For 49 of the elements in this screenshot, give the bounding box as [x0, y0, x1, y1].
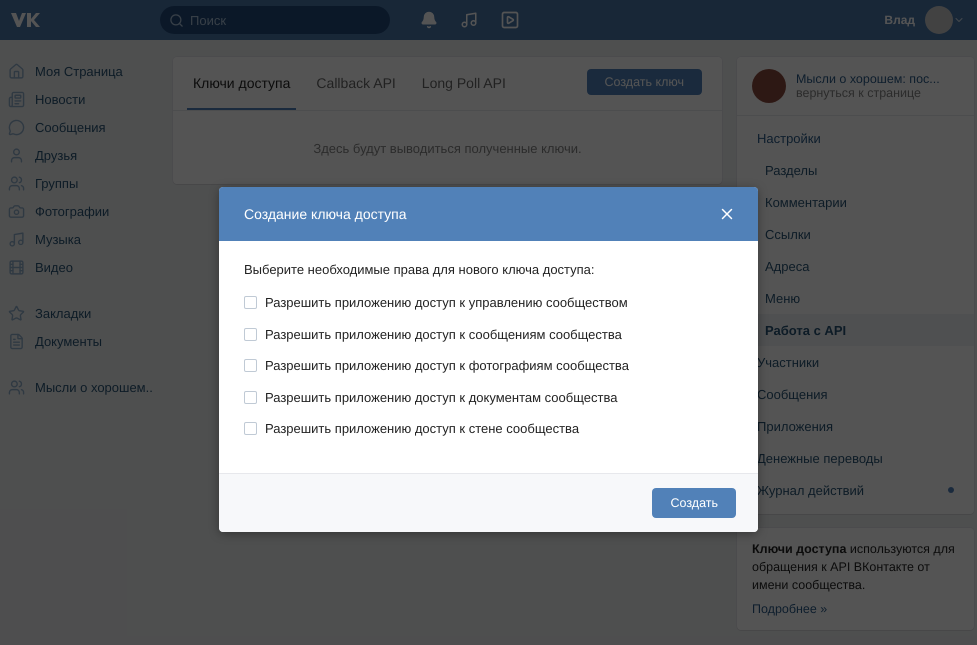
camera-icon	[8, 202, 25, 220]
checkbox[interactable]	[244, 296, 257, 310]
permission-option[interactable]: Разрешить приложению доступ к фотографиям сообщества	[244, 350, 733, 382]
news-icon	[8, 90, 25, 108]
sidebar-item[interactable]: Моя Страница	[8, 57, 158, 85]
music-note-icon[interactable]	[460, 11, 478, 29]
sidebar-item[interactable]: Фотографии	[8, 197, 158, 225]
bell-icon[interactable]	[420, 11, 438, 29]
dialog-intro: Выберите необходимые права для нового ключа доступа:	[244, 262, 596, 277]
create-button[interactable]: Создать	[652, 488, 736, 518]
chat-icon	[8, 118, 25, 136]
home-icon	[8, 62, 25, 80]
more-link[interactable]: Подробнее »	[752, 602, 828, 616]
logo-icon[interactable]	[10, 11, 40, 29]
dialog-title: Создание ключа доступа	[244, 206, 407, 222]
sidebar-item[interactable]: Документы	[8, 327, 158, 355]
person-icon	[8, 146, 25, 164]
checkbox[interactable]	[244, 359, 257, 372]
menu-item[interactable]: Журнал действий	[737, 474, 974, 506]
info-text: Ключи доступа используются для обращения к API ВКонтакте от имени сообщества.	[752, 541, 956, 594]
people-icon	[8, 174, 25, 192]
permission-option[interactable]: Разрешить приложению доступ к управлению сообществом	[244, 287, 733, 318]
sidebar-item[interactable]: Группы	[8, 169, 158, 197]
community-avatar[interactable]	[752, 69, 786, 103]
sidebar-item[interactable]: Музыка	[8, 225, 158, 253]
sidebar-item[interactable]: Друзья	[8, 141, 158, 169]
sidebar-item[interactable]: Сообщения	[8, 113, 158, 141]
star-icon	[8, 304, 25, 322]
music-note-icon	[8, 230, 25, 248]
document-icon	[8, 332, 25, 350]
sidebar-item[interactable]: Мысли о хорошем..	[8, 373, 158, 401]
sidebar-item[interactable]: Видео	[8, 253, 158, 281]
checkbox[interactable]	[244, 422, 257, 436]
sidebar-item[interactable]: Новости	[8, 85, 158, 113]
menu-item[interactable]: Настройки	[737, 122, 974, 154]
permission-option[interactable]: Разрешить приложению доступ к стене сообщества	[244, 413, 733, 444]
checkbox[interactable]	[244, 390, 257, 404]
menu-item[interactable]: Разделы	[737, 154, 974, 186]
permission-option[interactable]: Разрешить приложению доступ к документам сообщества	[244, 382, 733, 413]
search-icon	[169, 13, 184, 28]
people-icon	[8, 378, 25, 396]
checkbox[interactable]	[244, 328, 257, 341]
avatar[interactable]	[925, 6, 953, 34]
video-icon[interactable]	[500, 10, 520, 30]
tab[interactable]: Ключи доступа	[187, 57, 296, 110]
permission-option[interactable]: Разрешить приложению доступ к сообщениям сообщества	[244, 318, 733, 350]
sidebar-item[interactable]: Закладки	[8, 299, 158, 327]
film-icon	[8, 258, 25, 276]
community-name[interactable]: Мысли о хорошем: пос...	[796, 72, 940, 86]
